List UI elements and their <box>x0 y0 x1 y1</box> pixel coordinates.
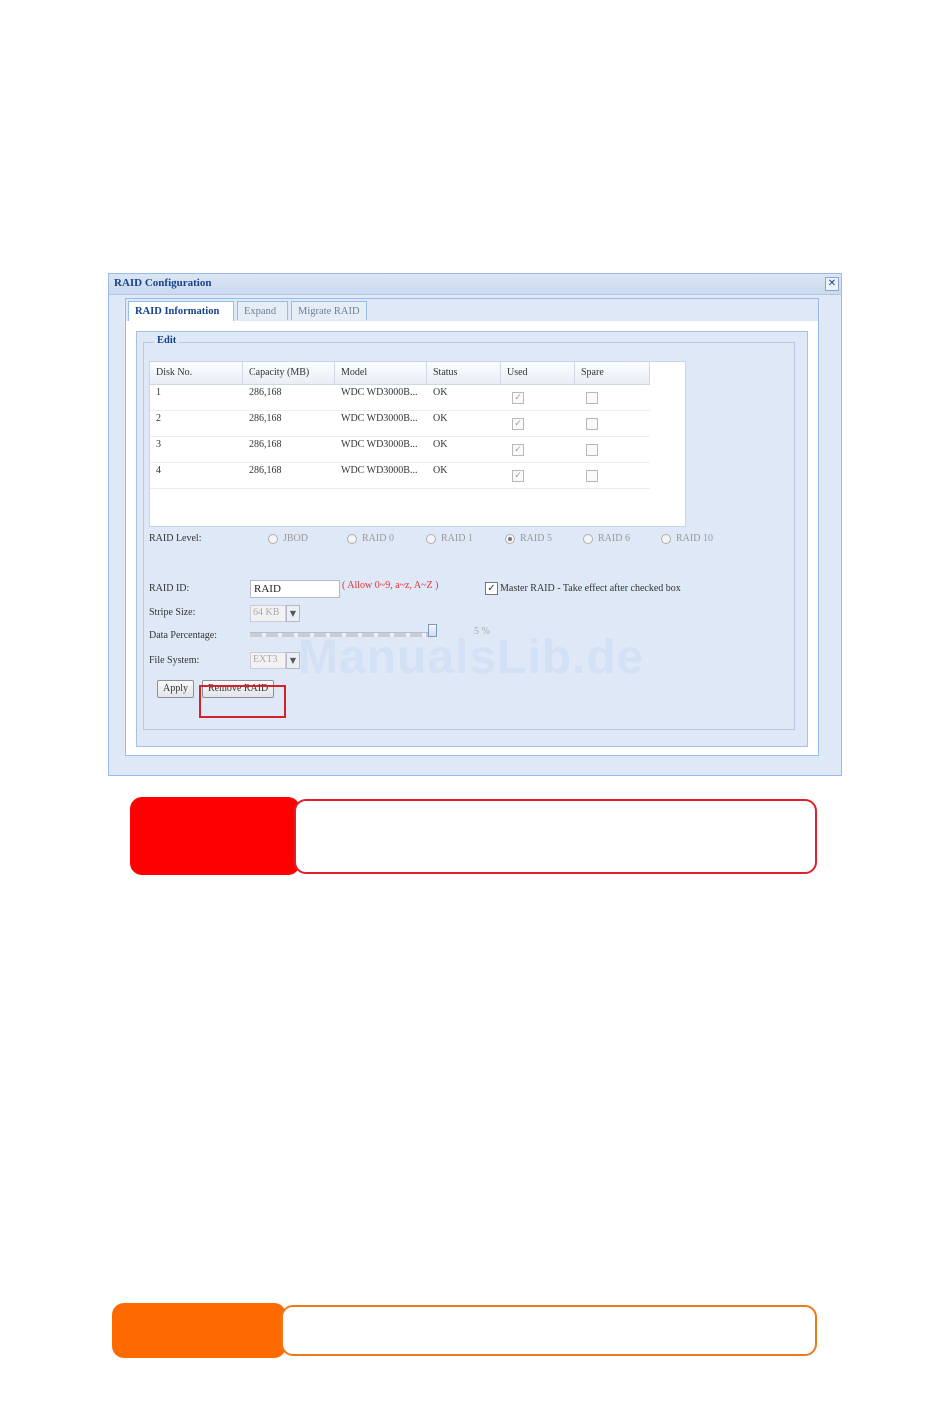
grid-header: Disk No. Capacity (MB) Model Status Used… <box>150 362 650 385</box>
table-row[interactable]: 2 286,168 WDC WD3000B... OK ✓ <box>150 410 650 437</box>
edit-legend: Edit <box>154 335 180 346</box>
stripe-size-select[interactable]: 64 KB <box>250 605 286 622</box>
warning-callout-tag <box>130 797 300 875</box>
radio-button[interactable] <box>426 534 436 544</box>
file-system-select[interactable]: EXT3 <box>250 652 286 669</box>
column-header-status[interactable]: Status <box>427 362 501 384</box>
used-checkbox[interactable]: ✓ <box>512 418 524 430</box>
radio-button[interactable] <box>268 534 278 544</box>
table-row[interactable]: 4 286,168 WDC WD3000B... OK ✓ <box>150 462 650 489</box>
watermark: ManualsLib.de <box>298 631 645 684</box>
radio-label: RAID 0 <box>362 533 394 544</box>
radio-button-selected[interactable] <box>505 534 515 544</box>
file-system-label: File System: <box>149 655 200 666</box>
radio-button[interactable] <box>583 534 593 544</box>
radio-label: RAID 1 <box>441 533 473 544</box>
cell-model: WDC WD3000B... <box>341 413 418 424</box>
master-raid-label: Master RAID - Take effect after checked … <box>500 583 681 594</box>
used-checkbox[interactable]: ✓ <box>512 444 524 456</box>
used-checkbox[interactable]: ✓ <box>512 392 524 404</box>
cell-capacity: 286,168 <box>249 413 282 424</box>
raid-id-input[interactable] <box>250 580 340 598</box>
radio-label: JBOD <box>283 533 309 544</box>
master-raid-checkbox[interactable]: ✓ <box>485 582 498 595</box>
cell-disk-no: 2 <box>156 413 161 424</box>
radio-label: RAID 6 <box>598 533 630 544</box>
column-header-capacity[interactable]: Capacity (MB) <box>243 362 335 384</box>
spare-checkbox[interactable] <box>586 470 598 482</box>
data-percentage-label: Data Percentage: <box>149 630 218 641</box>
column-header-disk-no[interactable]: Disk No. <box>150 362 243 384</box>
remove-raid-highlight <box>199 685 286 718</box>
cell-status: OK <box>433 387 448 398</box>
used-checkbox[interactable]: ✓ <box>512 470 524 482</box>
raid-id-hint: ( Allow 0~9, a~z, A~Z ) <box>342 580 439 591</box>
note-callout-box <box>281 1305 817 1356</box>
cell-status: OK <box>433 439 448 450</box>
raid-id-label: RAID ID: <box>149 583 190 594</box>
column-header-used[interactable]: Used <box>501 362 575 384</box>
cell-capacity: 286,168 <box>249 439 282 450</box>
raid-level-label: RAID Level: <box>149 533 202 544</box>
cell-model: WDC WD3000B... <box>341 387 418 398</box>
cell-disk-no: 1 <box>156 387 161 398</box>
close-icon[interactable]: ✕ <box>825 277 839 291</box>
table-row[interactable]: 1 286,168 WDC WD3000B... OK ✓ <box>150 384 650 411</box>
column-header-model[interactable]: Model <box>335 362 427 384</box>
tab-strip: RAID Information Expand Migrate RAID <box>126 299 818 322</box>
spare-checkbox[interactable] <box>586 418 598 430</box>
cell-disk-no: 3 <box>156 439 161 450</box>
spare-checkbox[interactable] <box>586 392 598 404</box>
dialog-title: RAID Configuration <box>114 277 212 289</box>
cell-model: WDC WD3000B... <box>341 465 418 476</box>
radio-label: RAID 5 <box>520 533 552 544</box>
chevron-down-icon[interactable]: ▼ <box>286 605 300 622</box>
apply-button[interactable]: Apply <box>157 680 194 698</box>
radio-label: RAID 10 <box>676 533 713 544</box>
tab-migrate-raid[interactable]: Migrate RAID <box>291 301 367 320</box>
cell-disk-no: 4 <box>156 465 161 476</box>
disk-grid: Disk No. Capacity (MB) Model Status Used… <box>149 361 686 527</box>
cell-status: OK <box>433 413 448 424</box>
dialog-titlebar[interactable]: RAID Configuration ✕ <box>109 274 841 295</box>
note-callout-tag <box>112 1303 286 1358</box>
table-row[interactable]: 3 286,168 WDC WD3000B... OK ✓ <box>150 436 650 463</box>
tab-expand[interactable]: Expand <box>237 301 288 320</box>
cell-status: OK <box>433 465 448 476</box>
cell-capacity: 286,168 <box>249 387 282 398</box>
warning-callout-box <box>294 799 817 874</box>
cell-capacity: 286,168 <box>249 465 282 476</box>
spare-checkbox[interactable] <box>586 444 598 456</box>
radio-button[interactable] <box>347 534 357 544</box>
tab-raid-information[interactable]: RAID Information <box>128 301 234 322</box>
stripe-size-label: Stripe Size: <box>149 607 196 618</box>
radio-button[interactable] <box>661 534 671 544</box>
cell-model: WDC WD3000B... <box>341 439 418 450</box>
column-header-spare[interactable]: Spare <box>575 362 650 384</box>
